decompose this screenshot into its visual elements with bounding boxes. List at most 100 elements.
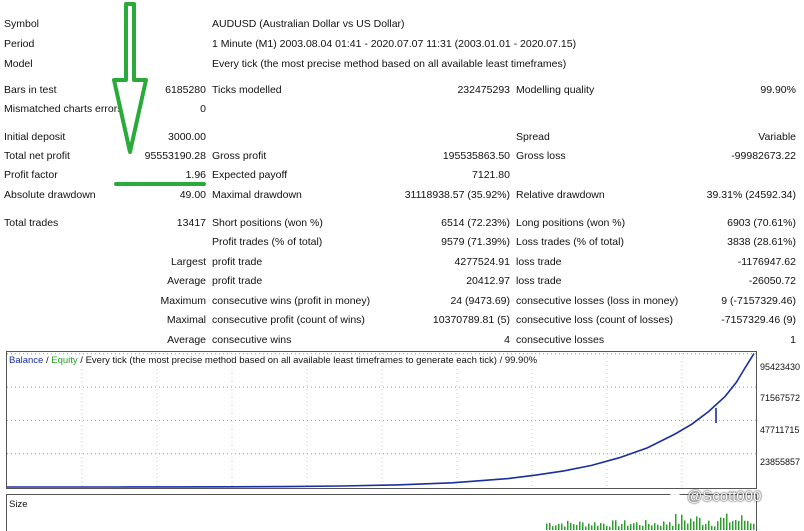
- size-bar: [579, 521, 581, 530]
- size-bar: [624, 520, 626, 530]
- y-tick-label: 71567572: [760, 393, 801, 403]
- size-bar: [702, 525, 704, 530]
- row-maximum: Maximum consecutive wins (profit in mone…: [0, 292, 804, 310]
- row-maximal: Maximal consecutive profit (count of win…: [0, 311, 804, 329]
- size-bar: [681, 514, 683, 530]
- size-bar: [660, 525, 662, 530]
- symbol-value: AUDUSD (Australian Dollar vs US Dollar): [212, 18, 405, 30]
- size-panel-frame: [6, 494, 757, 531]
- size-bar: [552, 526, 554, 530]
- size-bar: [546, 523, 548, 530]
- size-bar: [615, 520, 617, 530]
- size-bar: [618, 526, 620, 530]
- quality-value: 99.90%: [760, 84, 796, 96]
- average-loss-value: -26050.72: [748, 275, 796, 287]
- loss-trades-value: 3838 (28.61%): [727, 236, 796, 248]
- legend-description: / Every tick (the most precise method ba…: [77, 355, 538, 366]
- gross-loss-value: -99982673.22: [731, 150, 796, 162]
- size-bar: [639, 525, 641, 530]
- model-label: Model: [4, 58, 33, 70]
- size-bar: [558, 523, 560, 530]
- rel-drawdown-value: 39.31% (24592.34): [706, 189, 796, 201]
- size-bar: [699, 517, 701, 530]
- size-bar: [573, 524, 575, 530]
- size-bar: [585, 526, 587, 530]
- size-bar: [594, 522, 596, 530]
- size-bar: [588, 523, 590, 530]
- row-average: Average profit trade 20412.97 loss trade…: [0, 272, 804, 290]
- size-bar: [567, 520, 569, 530]
- size-bar: [753, 523, 755, 530]
- size-bar: [621, 523, 623, 530]
- size-bar: [648, 523, 650, 530]
- maximal-loss-value: -7157329.46 (9): [721, 314, 796, 326]
- size-bar: [711, 525, 713, 530]
- size-bar: [612, 520, 614, 530]
- row-profit-factor: Profit factor 1.96 Expected payoff 7121.…: [0, 166, 804, 184]
- watermark-text: @Scott000: [687, 488, 762, 505]
- size-bar: [609, 526, 611, 530]
- row-profit-trades: Profit trades (% of total) 9579 (71.39%)…: [0, 233, 804, 251]
- size-bar: [687, 523, 689, 530]
- average-consec-losses-value: 1: [790, 334, 796, 346]
- size-bar: [657, 524, 659, 530]
- long-positions-value: 6903 (70.61%): [727, 217, 796, 229]
- row-total-trades: Total trades 13417 Short positions (won …: [0, 214, 804, 232]
- size-bar: [654, 523, 656, 530]
- size-bar: [663, 521, 665, 530]
- size-bar: [570, 522, 572, 530]
- size-bar: [696, 516, 698, 530]
- row-symbol: Symbol AUDUSD (Australian Dollar vs US D…: [0, 15, 804, 33]
- size-bar: [561, 523, 563, 530]
- mismatched-value: 0: [200, 103, 206, 115]
- size-bar: [750, 523, 752, 530]
- size-bar: [732, 520, 734, 530]
- size-bar: [717, 521, 719, 530]
- chart-legend: Balance / Equity / Every tick (the most …: [9, 355, 537, 367]
- spread-value: Variable: [758, 131, 796, 143]
- size-bar: [600, 523, 602, 530]
- y-tick-label: 47711715: [760, 425, 800, 435]
- size-bar: [576, 525, 578, 530]
- size-bar: [747, 520, 749, 530]
- legend-equity: Equity: [51, 355, 78, 366]
- size-bar: [678, 523, 680, 530]
- size-bar: [564, 526, 566, 530]
- row-model: Model Every tick (the most precise metho…: [0, 55, 804, 73]
- row-bars: Bars in test 6185280 Ticks modelled 2324…: [0, 81, 804, 99]
- size-bar: [591, 525, 593, 530]
- row-mismatched: Mismatched charts errors 0: [0, 100, 804, 118]
- size-bar: [603, 523, 605, 530]
- model-value: Every tick (the most precise method base…: [212, 58, 567, 70]
- size-bar: [633, 523, 635, 530]
- size-bar: [693, 521, 695, 530]
- symbol-label: Symbol: [4, 18, 40, 30]
- size-bar: [606, 525, 608, 530]
- row-deposit: Initial deposit 3000.00 Spread Variable: [0, 128, 804, 146]
- size-bar: [669, 522, 671, 530]
- watermark: @Scott000: [668, 488, 761, 506]
- expected-payoff-value: 7121.80: [472, 169, 510, 181]
- size-bar: [726, 513, 728, 530]
- row-average-consec: Average consecutive wins 4 consecutive l…: [0, 331, 804, 349]
- row-net-profit: Total net profit 95553190.28 Gross profi…: [0, 147, 804, 165]
- size-bar: [627, 525, 629, 530]
- size-bar: [690, 518, 692, 530]
- size-bar: [555, 525, 557, 530]
- size-bar: [549, 523, 551, 530]
- y-tick-label: 23855857: [760, 457, 801, 467]
- weibo-icon: [668, 493, 683, 504]
- row-drawdown: Absolute drawdown 49.00 Maximal drawdown…: [0, 186, 804, 204]
- period-label: Period: [4, 38, 35, 50]
- size-bar: [720, 517, 722, 530]
- size-bar: [735, 520, 737, 530]
- largest-loss-value: -1176947.62: [737, 256, 796, 268]
- size-bar: [729, 522, 731, 530]
- period-value: 1 Minute (M1) 2003.08.04 01:41 - 2020.07…: [212, 38, 577, 50]
- size-bar: [738, 520, 740, 530]
- size-bar: [651, 525, 653, 530]
- size-bar: [675, 514, 677, 530]
- row-largest: Largest profit trade 4277524.91 loss tra…: [0, 253, 804, 271]
- size-bar: [630, 524, 632, 530]
- maximum-losses-value: 9 (-7157329.46): [721, 295, 796, 307]
